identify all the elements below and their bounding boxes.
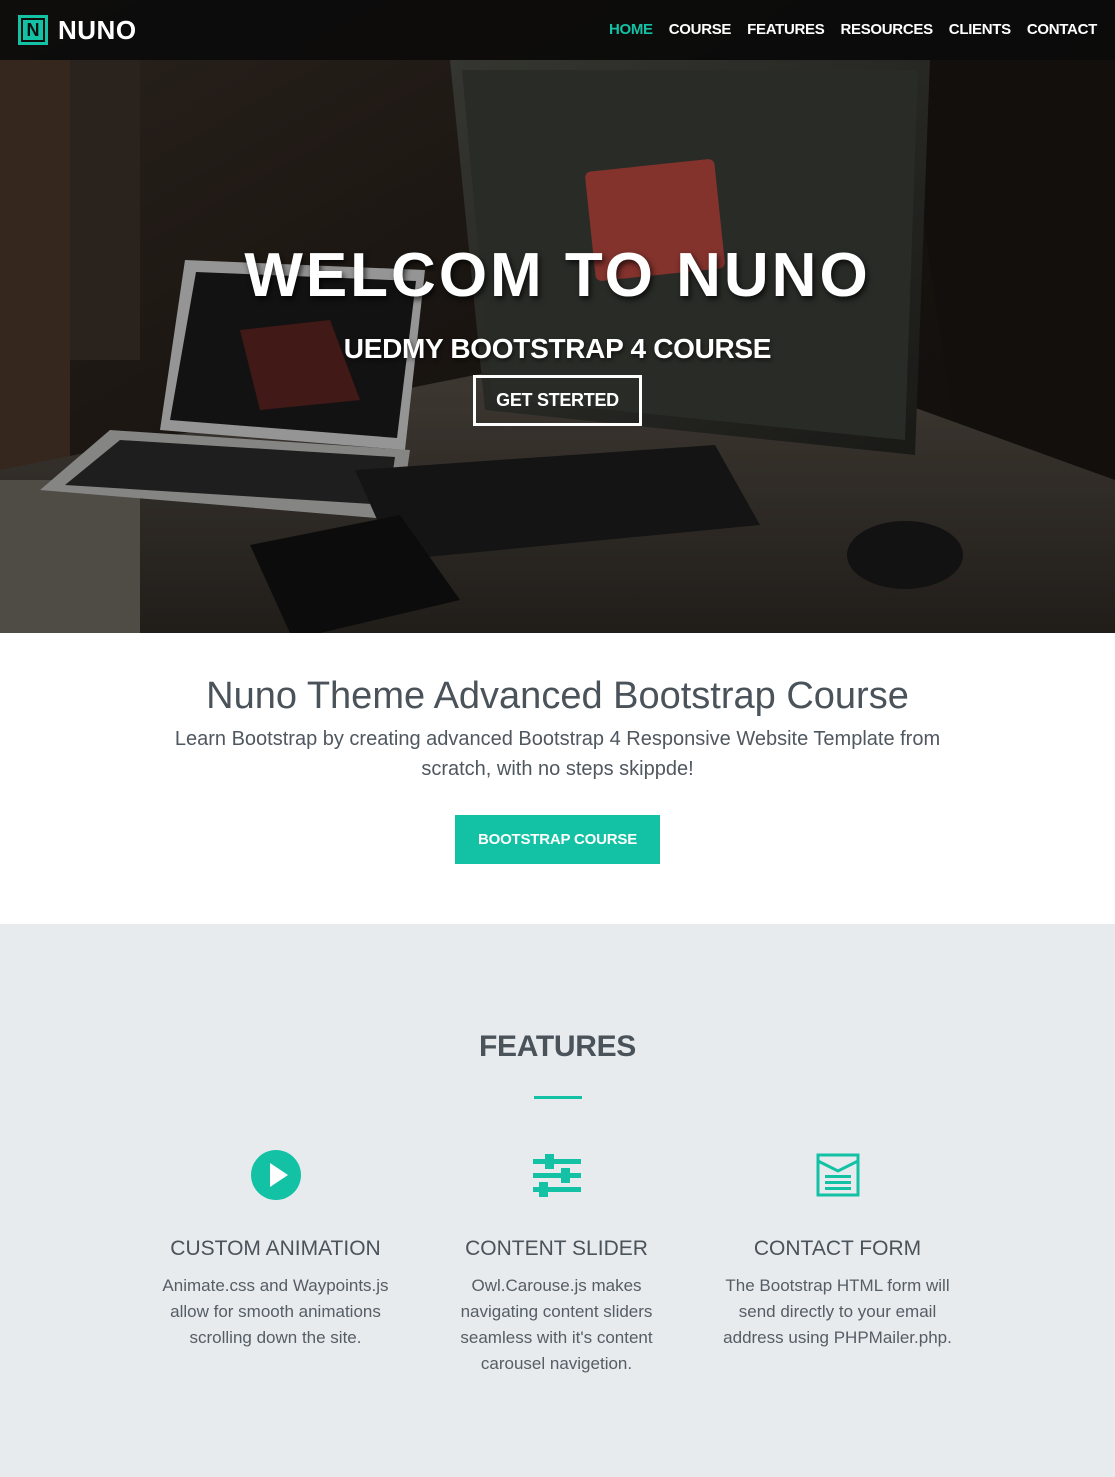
brand-logo-icon: N — [18, 15, 48, 45]
features-section: FEATURES CUSTOM ANIMATION Animate.css an… — [0, 924, 1115, 1477]
feature-title: CONTENT SLIDER — [465, 1237, 648, 1260]
form-icon — [721, 1149, 954, 1201]
brand-logo-letter: N — [23, 20, 43, 40]
nav-link-resources[interactable]: RESOURCES — [840, 21, 933, 38]
nav-links: HOME COURSE FEATURES RESOURCES CLIENTS C… — [609, 21, 1097, 39]
hero-subtitle: UEDMY BOOTSTRAP 4 COURSE — [343, 333, 772, 364]
feature-title: CUSTOM ANIMATION — [170, 1237, 381, 1260]
nav-link-features[interactable]: FEATURES — [747, 21, 825, 38]
nav-link-home[interactable]: HOME — [609, 21, 653, 38]
feature-text: The Bootstrap HTML form will send direct… — [723, 1276, 952, 1347]
intro-text: Learn Bootstrap by creating advanced Boo… — [174, 728, 941, 780]
hero-content: WELCOM TO NUNO UEDMY BOOTSTRAP 4 COURSE … — [0, 240, 1115, 426]
brand-name: NUNO — [58, 14, 137, 45]
sliders-icon — [440, 1149, 673, 1201]
feature-text: Owl.Carouse.js makes navigating content … — [460, 1276, 653, 1373]
feature-title: CONTACT FORM — [753, 1237, 922, 1260]
play-circle-icon — [159, 1149, 392, 1201]
hero-title: WELCOM TO NUNO — [244, 241, 871, 310]
get-started-button[interactable]: GET STERTED — [473, 375, 642, 426]
feature-text: Animate.css and Waypoints.js allow for s… — [162, 1276, 389, 1347]
bootstrap-course-button[interactable]: BOOTSTRAP COURSE — [454, 815, 661, 864]
feature-row: CUSTOM ANIMATION Animate.css and Waypoin… — [135, 1149, 980, 1377]
features-divider — [533, 1096, 582, 1099]
nav-link-contact[interactable]: CONTACT — [1027, 21, 1097, 38]
nav-link-clients[interactable]: CLIENTS — [949, 21, 1011, 38]
hero-section: WELCOM TO NUNO UEDMY BOOTSTRAP 4 COURSE … — [0, 0, 1115, 633]
nav-link-course[interactable]: COURSE — [669, 21, 732, 38]
feature-custom-animation: CUSTOM ANIMATION Animate.css and Waypoin… — [135, 1149, 416, 1377]
intro-section: Nuno Theme Advanced Bootstrap Course Lea… — [0, 633, 1115, 924]
feature-content-slider: CONTENT SLIDER Owl.Carouse.js makes navi… — [416, 1149, 697, 1377]
brand[interactable]: N NUNO — [18, 15, 137, 46]
features-heading: FEATURES — [478, 1030, 637, 1063]
navbar: N NUNO HOME COURSE FEATURES RESOURCES CL… — [0, 0, 1115, 60]
feature-contact-form: CONTACT FORM The Bootstrap HTML form wil… — [697, 1149, 978, 1377]
intro-heading: Nuno Theme Advanced Bootstrap Course — [206, 675, 909, 717]
